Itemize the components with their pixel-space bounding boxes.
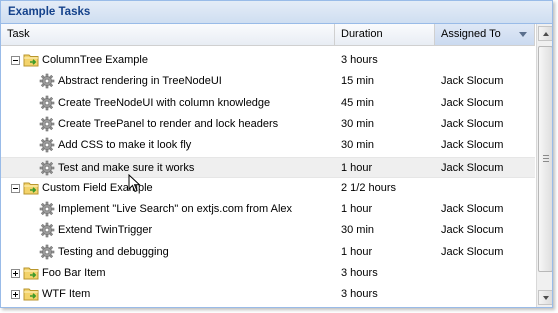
collapse-icon[interactable]	[11, 56, 20, 65]
tree-folder-row[interactable]: Foo Bar Item 3 hours	[1, 263, 535, 284]
assigned-cell: Jack Slocum	[441, 75, 504, 87]
task-label: Add CSS to make it look fly	[58, 139, 192, 151]
assigned-cell	[435, 50, 535, 71]
scroll-down-button[interactable]	[538, 290, 552, 305]
mouse-cursor-icon	[128, 174, 141, 193]
collapse-icon[interactable]	[11, 184, 20, 193]
scroll-thumb[interactable]	[538, 46, 552, 272]
task-cell: Test and make sure it works	[1, 158, 335, 179]
task-label: Foo Bar Item	[42, 267, 106, 279]
duration-cell: 45 min	[341, 97, 375, 109]
panel-title: Example Tasks	[1, 1, 552, 24]
example-tasks-panel: Example Tasks Task Duration Assigned To …	[0, 0, 553, 308]
duration-cell: 3 hours	[341, 267, 378, 279]
tree-task-row[interactable]: Create TreePanel to render and lock head…	[1, 114, 535, 135]
expand-icon[interactable]	[11, 290, 20, 299]
column-header-assigned[interactable]: Assigned To	[435, 24, 535, 45]
duration-cell: 30 min	[341, 139, 375, 151]
task-label: Implement "Live Search" on extjs.com fro…	[58, 203, 293, 215]
gear-icon	[39, 244, 55, 260]
folder-icon	[23, 267, 39, 280]
duration-cell: 2 1/2 hours	[341, 182, 397, 194]
folder-icon	[23, 182, 39, 195]
task-label: WTF Item	[42, 288, 91, 300]
task-label: Create TreePanel to render and lock head…	[58, 118, 279, 130]
assigned-cell: Jack Slocum	[441, 246, 504, 258]
gear-icon	[39, 73, 55, 89]
assigned-cell	[435, 178, 535, 199]
gear-icon	[39, 222, 55, 238]
assigned-cell: Jack Slocum	[441, 139, 504, 151]
assigned-cell: Jack Slocum	[441, 203, 504, 215]
task-cell: Implement "Live Search" on extjs.com fro…	[1, 199, 335, 220]
column-header-duration[interactable]: Duration	[335, 24, 435, 45]
column-header-task[interactable]: Task	[1, 24, 335, 45]
task-label: Test and make sure it works	[58, 162, 195, 174]
tree-task-row[interactable]: Add CSS to make it look fly 30 min Jack Sl…	[1, 135, 535, 156]
task-cell: Abstract rendering in TreeNodeUI	[1, 71, 335, 92]
folder-icon	[23, 288, 39, 301]
gear-icon	[39, 116, 55, 132]
grip-line	[543, 161, 549, 162]
gear-icon	[39, 160, 55, 176]
folder-icon	[23, 54, 39, 67]
column-header-assigned-label: Assigned To	[441, 28, 501, 40]
arrow-up-icon	[543, 32, 549, 36]
task-label: ColumnTree Example	[42, 54, 148, 66]
expand-icon[interactable]	[11, 269, 20, 278]
duration-cell: 1 hour	[341, 162, 373, 174]
duration-cell: 30 min	[341, 224, 375, 236]
tree-task-row[interactable]: Create TreeNodeUI with column knowledge 4…	[1, 93, 535, 114]
duration-cell: 15 min	[341, 75, 375, 87]
vertical-scrollbar[interactable]	[536, 24, 552, 307]
task-cell: ColumnTree Example	[1, 50, 335, 71]
grip-line	[543, 155, 549, 156]
tree-body: ColumnTree Example 3 hours Abstract render…	[1, 46, 535, 307]
assigned-cell: Jack Slocum	[441, 162, 504, 174]
tree-folder-row[interactable]: ColumnTree Example 3 hours	[1, 50, 535, 71]
task-cell: Foo Bar Item	[1, 263, 335, 284]
task-cell: Custom Field Example	[1, 178, 335, 199]
column-menu-arrow-icon[interactable]	[519, 32, 527, 37]
duration-cell: 3 hours	[341, 288, 378, 300]
task-label: Extend TwinTrigger	[58, 224, 153, 236]
scroll-up-button[interactable]	[538, 26, 552, 41]
task-label: Abstract rendering in TreeNodeUI	[58, 75, 222, 87]
task-cell: Create TreeNodeUI with column knowledge	[1, 93, 335, 114]
tree-task-row[interactable]: Implement "Live Search" on extjs.com fro…	[1, 199, 535, 220]
task-cell: WTF Item	[1, 284, 335, 305]
task-cell: Extend TwinTrigger	[1, 220, 335, 241]
assigned-cell: Jack Slocum	[441, 224, 504, 236]
assigned-cell	[435, 263, 535, 284]
gear-icon	[39, 201, 55, 217]
assigned-cell: Jack Slocum	[441, 118, 504, 130]
duration-cell: 1 hour	[341, 246, 373, 258]
duration-cell: 30 min	[341, 118, 375, 130]
tree-task-row[interactable]: Testing and debugging 1 hour Jack Slocum	[1, 242, 535, 263]
task-cell: Create TreePanel to render and lock head…	[1, 114, 335, 135]
task-cell: Add CSS to make it look fly	[1, 135, 335, 156]
task-label: Create TreeNodeUI with column knowledge	[58, 97, 271, 109]
column-header: Task Duration Assigned To	[1, 24, 535, 46]
task-label: Testing and debugging	[58, 246, 169, 258]
gear-icon	[39, 137, 55, 153]
tree-task-row[interactable]: Abstract rendering in TreeNodeUI 15 min Ja…	[1, 71, 535, 92]
task-cell: Testing and debugging	[1, 242, 335, 263]
tree-folder-row[interactable]: Custom Field Example 2 1/2 hours	[1, 178, 535, 199]
tree-task-row[interactable]: Extend TwinTrigger 30 min Jack Slocum	[1, 220, 535, 241]
duration-cell: 3 hours	[341, 54, 378, 66]
arrow-down-icon	[543, 296, 549, 300]
tree-folder-row[interactable]: WTF Item 3 hours	[1, 284, 535, 305]
tree-task-row[interactable]: Test and make sure it works 1 hour Jack Sl…	[1, 157, 535, 178]
assigned-cell: Jack Slocum	[441, 97, 504, 109]
assigned-cell	[435, 284, 535, 305]
gear-icon	[39, 95, 55, 111]
duration-cell: 1 hour	[341, 203, 373, 215]
grip-line	[543, 158, 549, 159]
